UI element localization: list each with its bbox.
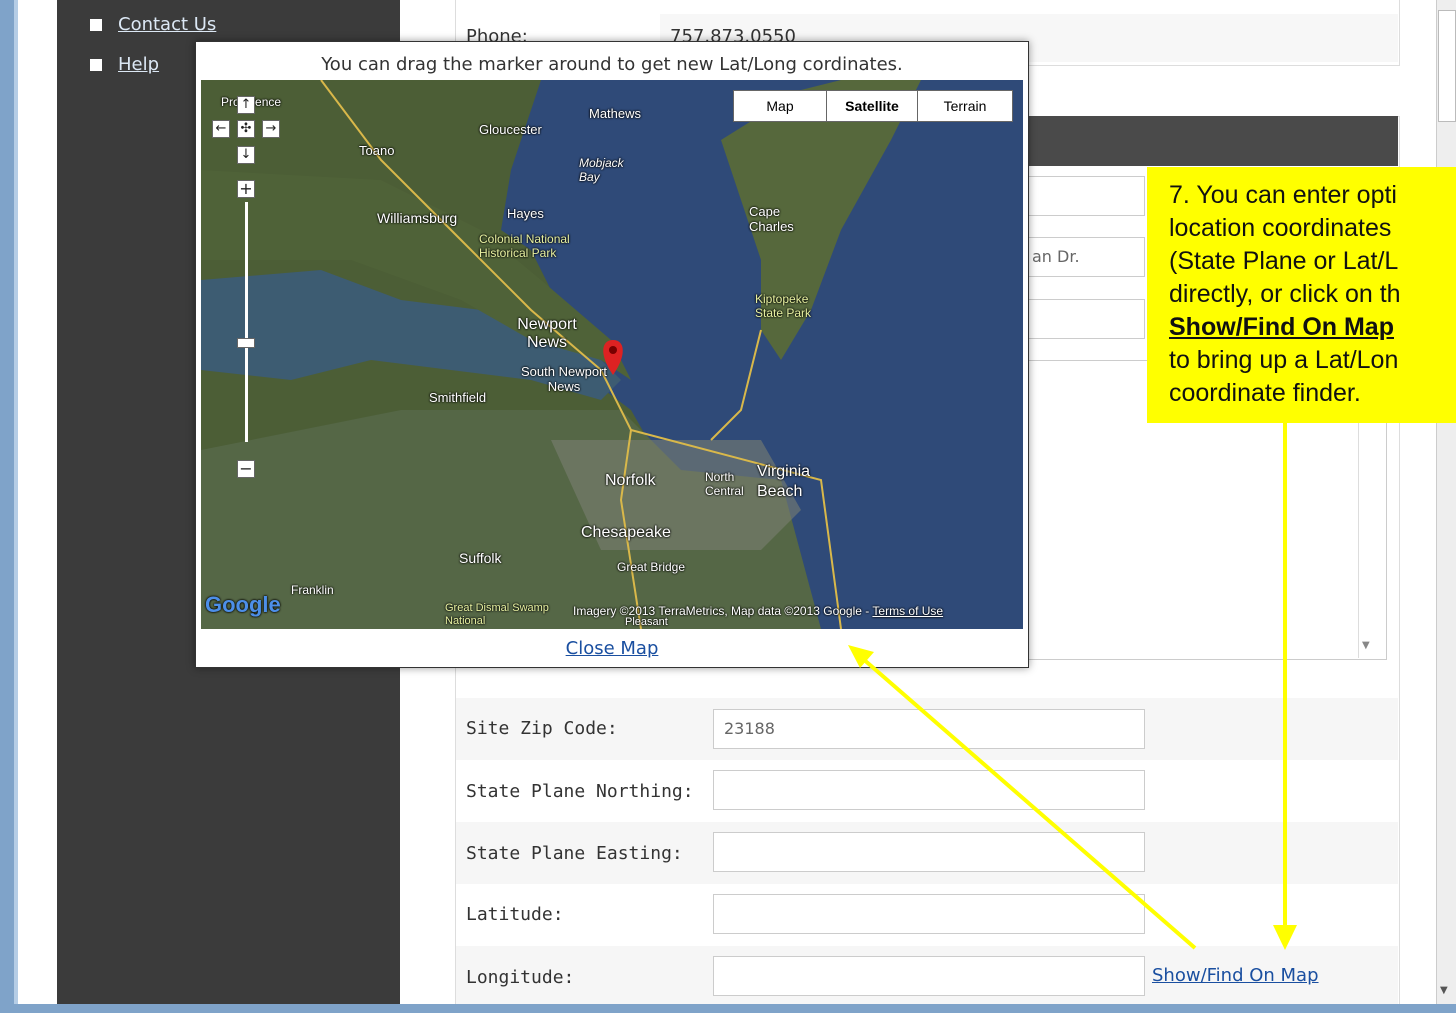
zoom-in-button[interactable]: + [237,180,255,198]
sidebar-item-help[interactable]: Help [90,54,159,75]
callout-text: 7. You can enter opti location coordinate… [1169,181,1401,407]
pan-right-icon[interactable]: → [262,120,280,138]
map-type-terrain-button[interactable]: Terrain [917,90,1013,122]
northing-input[interactable] [713,770,1145,810]
zoom-out-button[interactable]: − [237,460,255,478]
map-type-map-button[interactable]: Map [733,90,827,122]
easting-label: State Plane Easting: [466,843,683,864]
bullet-icon [90,58,102,71]
easting-input[interactable] [713,832,1145,872]
map-type-satellite-button[interactable]: Satellite [826,90,918,122]
page-scrollbar[interactable] [1436,0,1456,1005]
site-address-text: an Dr. [1032,247,1080,266]
pan-up-icon[interactable]: ↑ [237,96,255,114]
window-frame-left [0,0,14,1013]
satellite-map[interactable]: Mathews Gloucester Toano Mobjack Bay Wil… [201,80,1023,629]
scroll-down-icon[interactable]: ▼ [1440,985,1448,996]
sidebar-item-contact-us[interactable]: Contact Us [90,14,216,35]
pan-center-icon[interactable]: ✣ [237,120,255,138]
window-frame-bottom [0,1004,1456,1013]
longitude-label: Longitude: [466,967,575,988]
map-attribution: Imagery ©2013 TerraMetrics, Map data ©20… [573,604,944,618]
latitude-label: Latitude: [466,904,564,925]
pan-down-icon[interactable]: ↓ [237,146,255,164]
zip-label: Site Zip Code: [466,718,618,739]
scroll-down-icon[interactable]: ▼ [1362,640,1370,651]
google-logo: Google [205,592,281,617]
instruction-callout: 7. You can enter opti location coordinate… [1147,167,1456,423]
sidebar-item-label[interactable]: Help [118,54,159,75]
northing-label: State Plane Northing: [466,781,694,802]
longitude-input[interactable] [713,956,1145,996]
map-popup-title: You can drag the marker around to get ne… [321,54,903,75]
terms-of-use-link[interactable]: Terms of Use [872,604,943,618]
map-popup: You can drag the marker around to get ne… [195,41,1029,668]
zoom-slider-track[interactable] [245,202,248,442]
zip-input[interactable]: 23188 [713,709,1145,749]
latitude-input[interactable] [713,894,1145,934]
sidebar-item-label[interactable]: Contact Us [118,14,216,35]
pan-left-icon[interactable]: ← [212,120,230,138]
bullet-icon [90,18,102,31]
page-scroll-thumb[interactable] [1438,10,1456,122]
window-frame-inner [14,0,18,1013]
zoom-slider-handle[interactable] [237,338,255,348]
close-map-link[interactable]: Close Map [196,638,1028,659]
show-find-on-map-link[interactable]: Show/Find On Map [1152,965,1319,986]
